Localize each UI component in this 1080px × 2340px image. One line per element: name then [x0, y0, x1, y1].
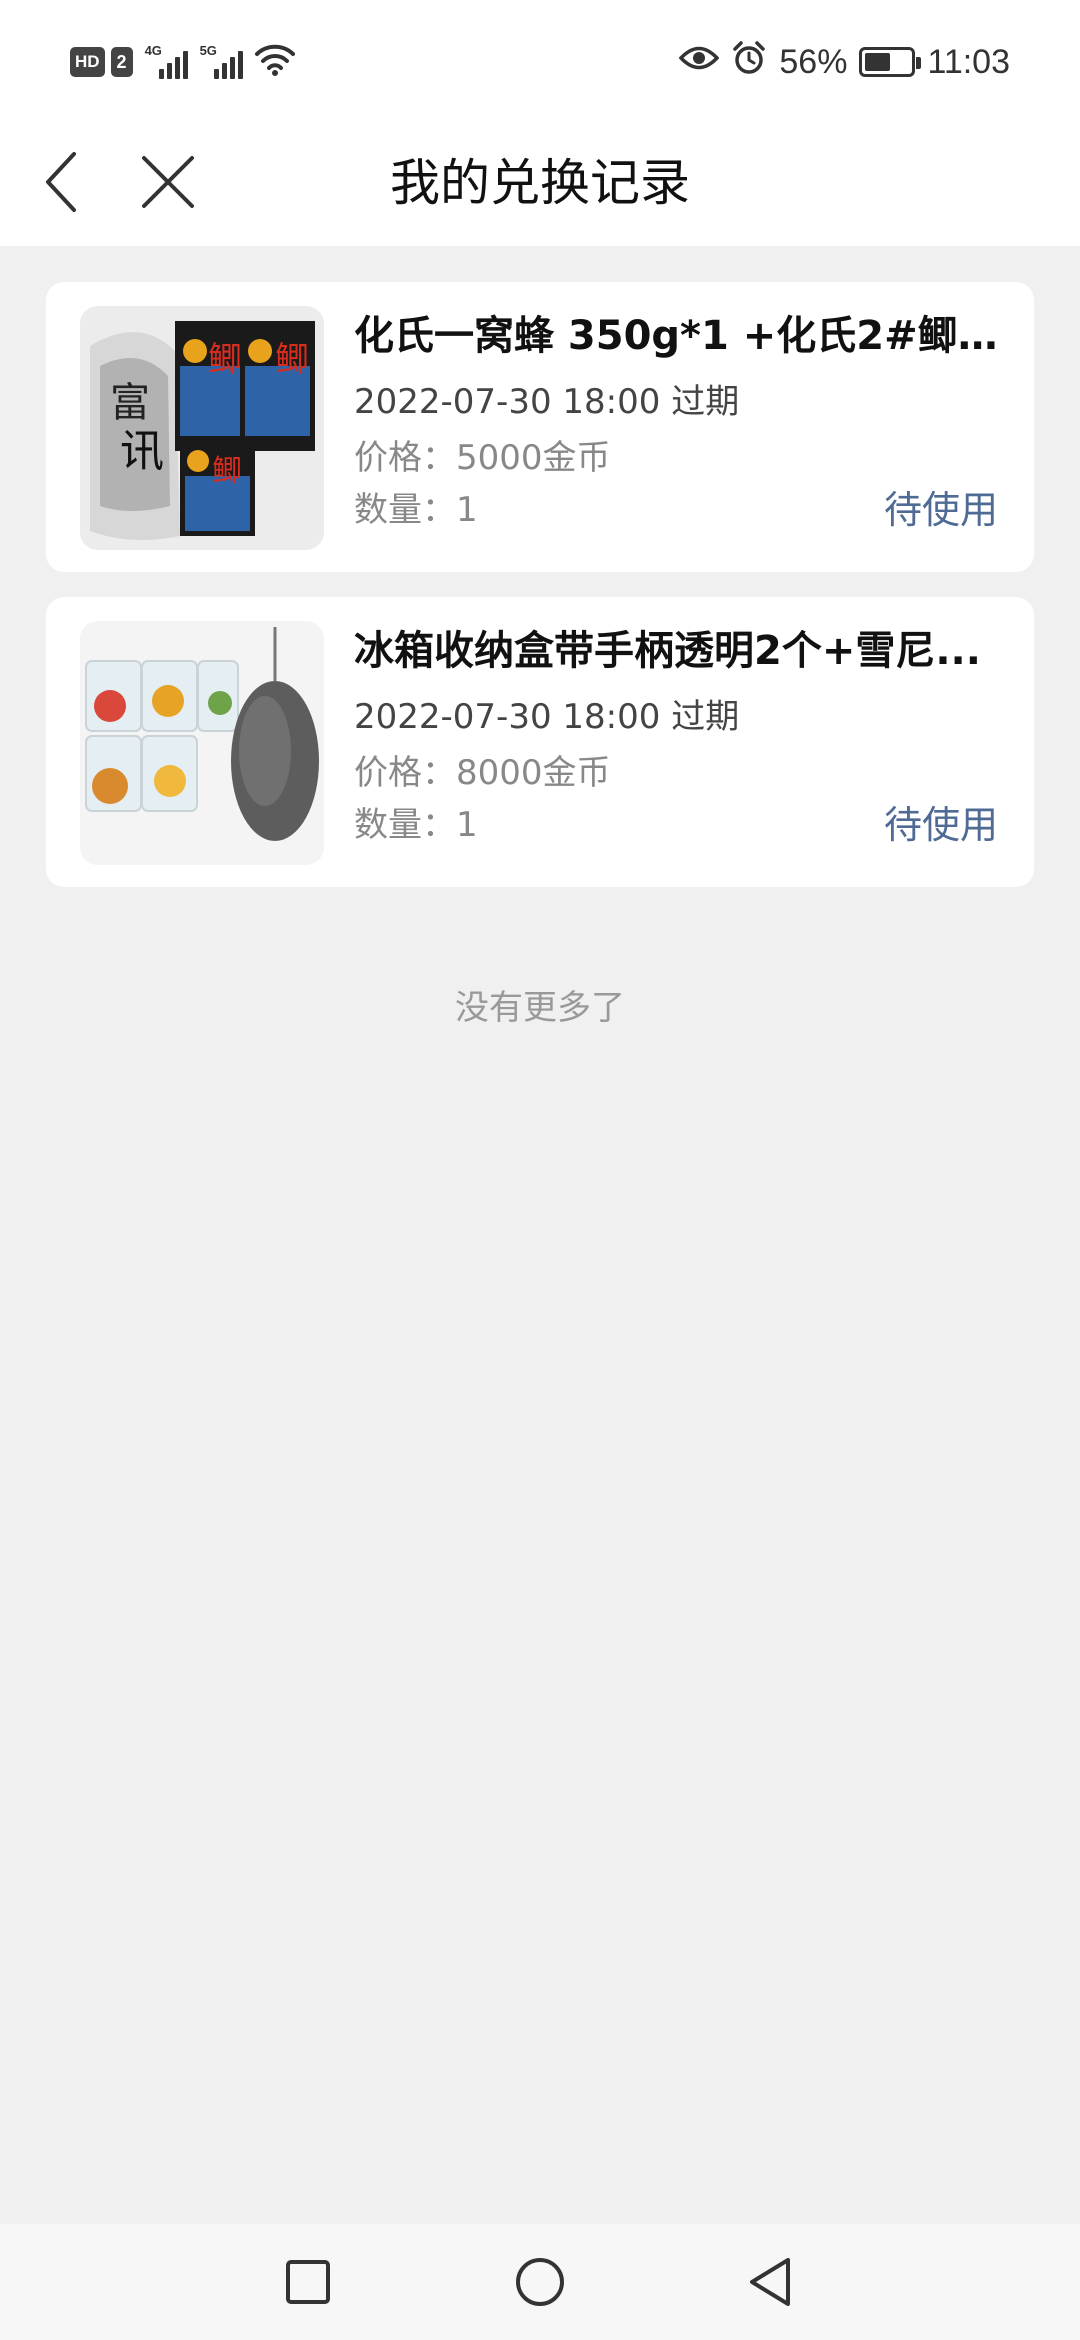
- square-icon: [286, 2260, 330, 2304]
- product-image: 富 讯 鲫 鲫 鲫: [80, 306, 324, 550]
- price: 价格：8000金币: [354, 753, 611, 793]
- clock: 11:03: [927, 42, 1010, 81]
- quantity-row: 数量：1 待使用: [354, 488, 998, 536]
- hd-badge: HD: [70, 47, 105, 77]
- circle-icon: [516, 2258, 564, 2306]
- record-list: 富 讯 鲫 鲫 鲫 化氏一窝蜂 350g*1 +化氏2#鲫... 2022-07…: [46, 282, 1034, 912]
- sim1-generation: 4G: [144, 43, 162, 58]
- alarm-icon: [731, 40, 767, 85]
- status-right: 56% 11:03: [678, 38, 1010, 86]
- expiry-time: 2022-07-30 18:00 过期: [354, 382, 740, 422]
- record-info: 冰箱收纳盒带手柄透明2个+雪尼... 2022-07-30 18:00 过期 价…: [354, 625, 998, 851]
- price: 价格：5000金币: [354, 438, 611, 478]
- signal-icon-sim2: 5G: [199, 43, 243, 79]
- status-badge[interactable]: 待使用: [884, 803, 998, 847]
- signal-icon-sim1: 4G: [144, 43, 188, 79]
- hd-number: 2: [110, 47, 133, 77]
- svg-text:富: 富: [110, 380, 150, 426]
- recent-apps-button[interactable]: [268, 2242, 348, 2322]
- item-name: 冰箱收纳盒带手柄透明2个+雪尼...: [354, 628, 981, 674]
- battery-percent: 56%: [779, 42, 848, 81]
- expiry-time: 2022-07-30 18:00 过期: [354, 697, 740, 737]
- battery-icon: [859, 47, 922, 77]
- svg-text:鲫: 鲫: [212, 454, 242, 489]
- svg-text:讯: 讯: [120, 426, 164, 477]
- wifi-icon: [254, 43, 295, 81]
- home-button[interactable]: [500, 2242, 580, 2322]
- page-title: 我的兑换记录: [390, 154, 690, 212]
- item-name: 化氏一窝蜂 350g*1 +化氏2#鲫...: [354, 313, 998, 359]
- quantity: 数量：1: [354, 805, 478, 845]
- back-nav-button[interactable]: [730, 2242, 810, 2322]
- status-bar: HD 2 4G 5G 56% 11:03: [0, 0, 1080, 120]
- status-badge[interactable]: 待使用: [884, 488, 998, 532]
- triangle-back-icon: [750, 2258, 790, 2306]
- sim2-generation: 5G: [199, 43, 217, 58]
- header: 我的兑换记录: [0, 120, 1080, 246]
- record-card[interactable]: 富 讯 鲫 鲫 鲫 化氏一窝蜂 350g*1 +化氏2#鲫... 2022-07…: [46, 282, 1034, 572]
- record-info: 化氏一窝蜂 350g*1 +化氏2#鲫... 2022-07-30 18:00 …: [354, 310, 998, 536]
- quantity: 数量：1: [354, 490, 478, 530]
- svg-text:鲫: 鲫: [208, 340, 242, 380]
- system-nav-bar: [0, 2224, 1080, 2340]
- record-card[interactable]: 冰箱收纳盒带手柄透明2个+雪尼... 2022-07-30 18:00 过期 价…: [46, 597, 1034, 887]
- status-left: HD 2 4G 5G: [70, 42, 295, 82]
- svg-text:鲫: 鲫: [275, 340, 309, 380]
- eye-icon: [678, 43, 720, 82]
- quantity-row: 数量：1 待使用: [354, 803, 998, 851]
- no-more-text: 没有更多了: [455, 988, 625, 1028]
- product-image: [80, 621, 324, 865]
